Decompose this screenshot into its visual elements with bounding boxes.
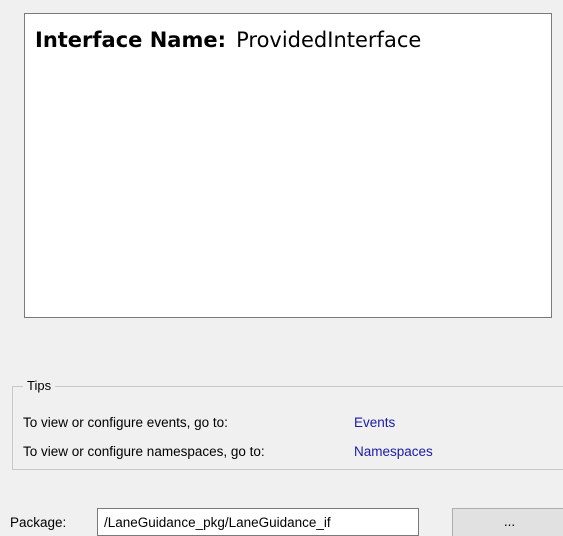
interface-name-value: ProvidedInterface xyxy=(236,28,422,52)
package-label: Package: xyxy=(10,515,67,530)
tip-row-events: To view or configure events, go to: xyxy=(23,415,228,431)
interface-properties-pane: Interface Name: ProvidedInterface Tips T… xyxy=(0,0,563,536)
interface-name-heading: Interface Name: ProvidedInterface xyxy=(35,26,421,54)
interface-name-label: Interface Name: xyxy=(35,28,226,52)
package-row: Package: ... xyxy=(0,508,563,536)
tip-text-events: To view or configure events, go to: xyxy=(23,415,228,430)
events-link[interactable]: Events xyxy=(354,415,395,431)
browse-package-button[interactable]: ... xyxy=(452,508,563,536)
tip-row-namespaces: To view or configure namespaces, go to: xyxy=(23,444,265,460)
interface-info-panel: Interface Name: ProvidedInterface xyxy=(24,13,552,318)
package-input[interactable] xyxy=(97,508,419,536)
tips-group: Tips To view or configure events, go to:… xyxy=(12,378,563,470)
namespaces-link[interactable]: Namespaces xyxy=(354,444,433,460)
tips-legend: Tips xyxy=(23,378,56,394)
tip-text-namespaces: To view or configure namespaces, go to: xyxy=(23,444,265,459)
